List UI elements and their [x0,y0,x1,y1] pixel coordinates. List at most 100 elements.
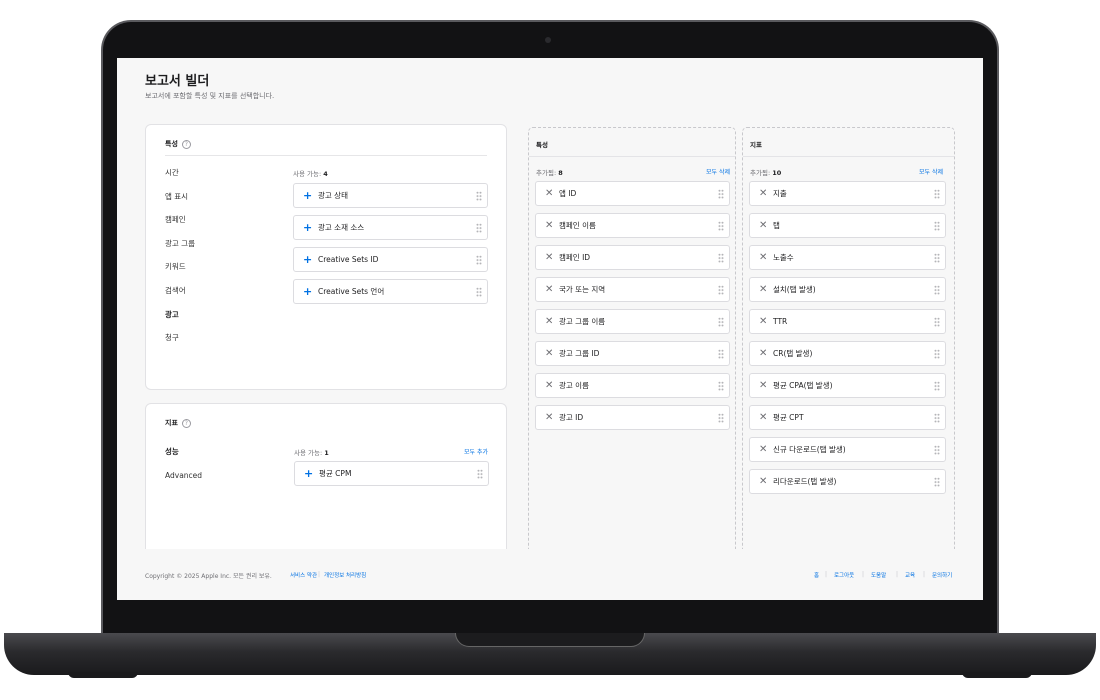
available-attribute-chip[interactable]: + 광고 상태 [293,183,488,208]
add-icon[interactable]: + [303,222,318,233]
selected-metric-chip[interactable]: ✕ 설치(탭 발생) [749,277,946,302]
selected-attribute-chip[interactable]: ✕ 국가 또는 지역 [535,277,730,302]
drag-handle-icon[interactable] [477,469,483,479]
close-icon[interactable]: ✕ [759,444,773,455]
selected-metric-chip[interactable]: ✕ TTR [749,309,946,334]
selected-metric-chip[interactable]: ✕ 탭 [749,213,946,238]
drag-handle-icon[interactable] [718,317,724,327]
selected-metrics-zone[interactable]: 지표 추가됨: 10 모두 삭제 ✕ 지출 ✕ 탭 ✕ 노출수 ✕ 설치(탭 발생) ✕ TTR ✕… [742,127,955,600]
available-metric-chip[interactable]: + 평균 CPM [294,461,489,486]
copyright-text: Copyright © 2025 Apple Inc. 모든 권리 보유. [145,573,272,580]
drag-handle-icon[interactable] [934,285,940,295]
selected-attribute-chip[interactable]: ✕ 광고 그룹 이름 [535,309,730,334]
drag-handle-icon[interactable] [718,285,724,295]
close-icon[interactable]: ✕ [759,316,773,327]
added-count: 10 [772,169,782,177]
selected-metric-chip[interactable]: ✕ 평균 CPT [749,405,946,430]
drag-handle-icon[interactable] [718,189,724,199]
close-icon[interactable]: ✕ [545,252,559,263]
selected-attribute-chip[interactable]: ✕ 광고 그룹 ID [535,341,730,366]
drag-handle-icon[interactable] [934,221,940,231]
close-icon[interactable]: ✕ [759,380,773,391]
footer-link[interactable]: 도움말 [871,571,886,579]
footer-link[interactable]: 문의하기 [932,571,952,579]
drag-handle-icon[interactable] [934,445,940,455]
drag-handle-icon[interactable] [934,189,940,199]
category-item[interactable]: 키워드 [165,261,195,285]
drag-handle-icon[interactable] [718,413,724,423]
category-item[interactable]: 청구 [165,332,195,356]
footer-link[interactable]: 로그아웃 [834,571,854,579]
close-icon[interactable]: ✕ [759,348,773,359]
selected-metric-chip[interactable]: ✕ 리다운로드(탭 발생) [749,469,946,494]
drag-handle-icon[interactable] [476,191,482,201]
add-icon[interactable]: + [303,254,318,265]
category-item[interactable]: 광고 [165,309,195,333]
close-icon[interactable]: ✕ [759,252,773,263]
add-all-metrics-button[interactable]: 모두 추가 [464,447,488,456]
selected-attribute-chip[interactable]: ✕ 앱 ID [535,181,730,206]
category-item[interactable]: 광고 그룹 [165,238,195,262]
add-icon[interactable]: + [304,468,319,479]
help-icon[interactable]: ? [181,418,191,428]
available-attribute-chip[interactable]: + 광고 소재 소스 [293,215,488,240]
selected-attributes-title: 특성 [536,141,548,149]
drag-handle-icon[interactable] [476,255,482,265]
help-icon[interactable]: ? [181,139,191,149]
add-icon[interactable]: + [303,190,318,201]
drag-handle-icon[interactable] [934,317,940,327]
drag-handle-icon[interactable] [934,413,940,423]
available-attribute-chip[interactable]: + Creative Sets 언어 [293,279,488,304]
selected-attributes-zone[interactable]: 특성 추가됨: 8 모두 삭제 ✕ 앱 ID ✕ 캠페인 이름 ✕ 캠페인 ID ✕ 국가 또… [528,127,736,600]
remove-all-attributes-button[interactable]: 모두 삭제 [706,167,730,176]
add-icon[interactable]: + [303,286,318,297]
close-icon[interactable]: ✕ [545,348,559,359]
drag-handle-icon[interactable] [718,253,724,263]
selected-metric-chip[interactable]: ✕ 평균 CPA(탭 발생) [749,373,946,398]
close-icon[interactable]: ✕ [759,220,773,231]
drag-handle-icon[interactable] [934,381,940,391]
footer-link[interactable]: 개인정보 처리방침 [324,571,366,579]
selected-attribute-chip[interactable]: ✕ 광고 ID [535,405,730,430]
drag-handle-icon[interactable] [934,349,940,359]
close-icon[interactable]: ✕ [545,284,559,295]
category-item[interactable]: 검색어 [165,285,195,309]
available-attribute-chip[interactable]: + Creative Sets ID [293,247,488,272]
footer-link[interactable]: 서비스 약관 [290,571,317,579]
separator: | [862,571,865,578]
close-icon[interactable]: ✕ [545,220,559,231]
added-count: 8 [558,169,563,177]
selected-attribute-chip[interactable]: ✕ 캠페인 이름 [535,213,730,238]
selected-attribute-chip[interactable]: ✕ 광고 이름 [535,373,730,398]
drag-handle-icon[interactable] [934,253,940,263]
metrics-available-label: 사용 가능: 1 [294,447,329,457]
selected-metric-chip[interactable]: ✕ 지출 [749,181,946,206]
drag-handle-icon[interactable] [476,287,482,297]
footer-link[interactable]: 홈 [814,571,819,579]
selected-metric-chip[interactable]: ✕ CR(탭 발생) [749,341,946,366]
drag-handle-icon[interactable] [476,223,482,233]
category-item[interactable]: Advanced [165,470,202,494]
category-item[interactable]: 시간 [165,167,195,191]
laptop-foot-right [962,672,1032,678]
close-icon[interactable]: ✕ [545,380,559,391]
category-item[interactable]: 앱 표시 [165,191,195,215]
category-item[interactable]: 성능 [165,446,202,470]
selected-metric-chip[interactable]: ✕ 신규 다운로드(탭 발생) [749,437,946,462]
close-icon[interactable]: ✕ [759,412,773,423]
close-icon[interactable]: ✕ [545,316,559,327]
drag-handle-icon[interactable] [718,221,724,231]
drag-handle-icon[interactable] [934,477,940,487]
close-icon[interactable]: ✕ [759,188,773,199]
close-icon[interactable]: ✕ [545,188,559,199]
drag-handle-icon[interactable] [718,381,724,391]
category-item[interactable]: 캠페인 [165,214,195,238]
close-icon[interactable]: ✕ [759,284,773,295]
remove-all-metrics-button[interactable]: 모두 삭제 [919,167,943,176]
footer-link[interactable]: 교육 [905,571,915,579]
selected-attribute-chip[interactable]: ✕ 캠페인 ID [535,245,730,270]
drag-handle-icon[interactable] [718,349,724,359]
selected-metric-chip[interactable]: ✕ 노출수 [749,245,946,270]
close-icon[interactable]: ✕ [759,476,773,487]
close-icon[interactable]: ✕ [545,412,559,423]
